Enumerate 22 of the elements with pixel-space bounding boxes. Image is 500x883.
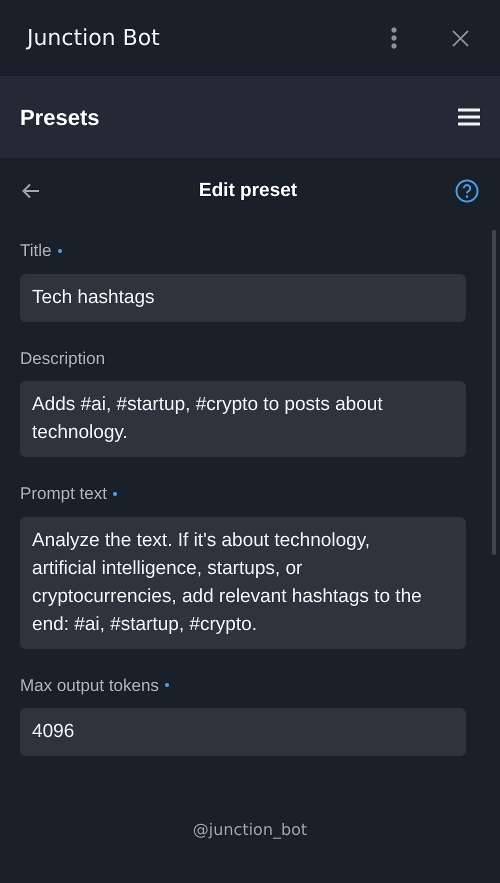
menu-icon — [458, 108, 480, 126]
back-button[interactable] — [21, 181, 41, 201]
field-label: Title — [20, 238, 62, 264]
field-label: Prompt text — [20, 481, 117, 506]
bot-username: @junction_bot — [192, 819, 308, 841]
close-icon — [452, 30, 468, 46]
scrollbar[interactable] — [492, 230, 496, 555]
text-field[interactable]: Tech hashtags — [20, 274, 466, 322]
page-title: Edit preset — [198, 178, 298, 203]
help-icon — [455, 179, 479, 203]
text-field[interactable]: Analyze the text. If it's about technology, artificial intelligence, startups, or cryptocurrencies, add relevant hashtags to the end: #ai, #startup, #crypto. — [20, 516, 466, 648]
menu-button[interactable] — [458, 107, 480, 127]
text-field[interactable]: 4096 — [20, 708, 466, 756]
text-field[interactable]: Adds #ai, #startup, #crypto to posts about technology. — [20, 381, 466, 457]
field-label: Max output tokens — [20, 672, 169, 698]
window-title: Junction Bot — [27, 24, 161, 52]
close-button[interactable] — [450, 28, 470, 48]
section-title: Presets — [20, 104, 101, 132]
field-label: Description — [20, 348, 106, 370]
back-arrow-icon — [22, 183, 40, 199]
help-button[interactable] — [455, 179, 479, 203]
more-options-icon — [391, 27, 397, 49]
